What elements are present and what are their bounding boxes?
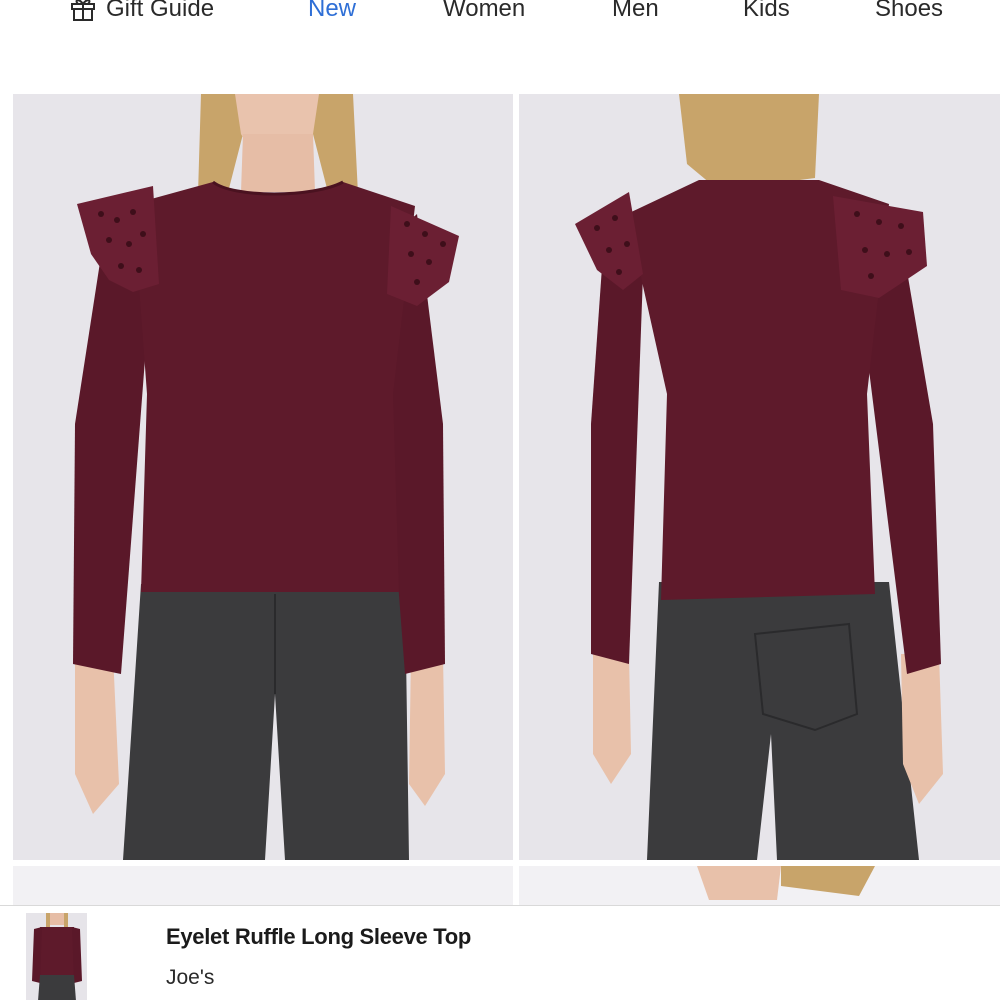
product-image-back[interactable] (519, 94, 1000, 860)
nav-men[interactable]: Men (612, 0, 659, 24)
product-image-peek-right[interactable] (519, 866, 1000, 906)
brand-name[interactable]: Joe's (166, 966, 214, 990)
nav-shoes[interactable]: Shoes (875, 0, 943, 24)
product-photo-front-illustration (13, 94, 513, 860)
sticky-product-bar: Eyelet Ruffle Long Sleeve Top Joe's (0, 905, 1000, 1000)
nav-women[interactable]: Women (443, 0, 525, 24)
nav-kids[interactable]: Kids (743, 0, 790, 24)
gift-icon (70, 0, 96, 22)
nav-gift-guide[interactable]: Gift Guide (70, 0, 214, 24)
top-navigation: Gift Guide New Women Men Kids Shoes (0, 0, 1000, 30)
product-image-peek-left[interactable] (13, 866, 513, 906)
product-photo-back-illustration (519, 94, 1000, 860)
thumbnail-illustration (26, 913, 87, 1000)
product-image-front[interactable] (13, 94, 513, 860)
product-name: Eyelet Ruffle Long Sleeve Top (166, 924, 472, 949)
product-thumbnail[interactable] (26, 913, 87, 1000)
nav-gift-guide-label: Gift Guide (106, 0, 215, 22)
nav-new[interactable]: New (308, 0, 356, 24)
product-photo-peek-illustration (697, 866, 875, 900)
